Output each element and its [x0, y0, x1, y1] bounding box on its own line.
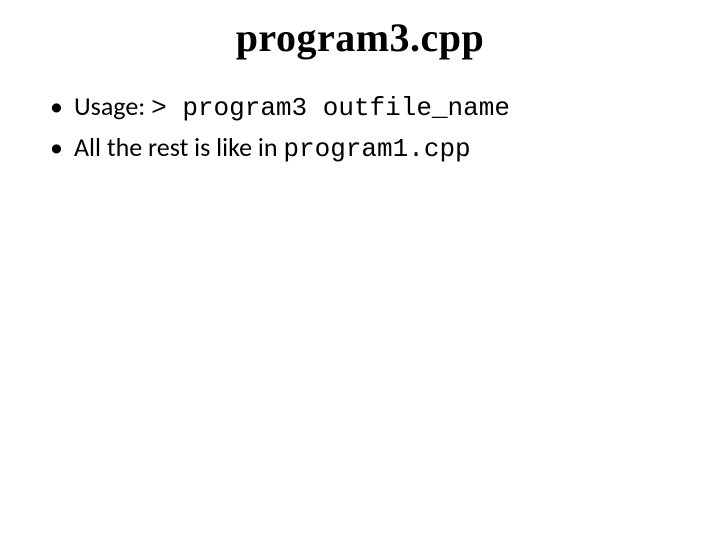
list-item: All the rest is like in program1.cpp [50, 130, 690, 167]
bullet-code: > program3 outfile_name [151, 93, 510, 123]
slide-content: Usage: > program3 outfile_name All the r… [0, 61, 720, 167]
list-item: Usage: > program3 outfile_name [50, 89, 690, 126]
bullet-text-prefix: Usage: [74, 90, 151, 122]
bullet-code: program1.cpp [283, 134, 470, 164]
bullet-text-prefix: All the rest is like in [74, 131, 283, 163]
slide: program3.cpp Usage: > program3 outfile_n… [0, 0, 720, 540]
bullet-list: Usage: > program3 outfile_name All the r… [50, 89, 690, 167]
slide-title: program3.cpp [0, 0, 720, 61]
